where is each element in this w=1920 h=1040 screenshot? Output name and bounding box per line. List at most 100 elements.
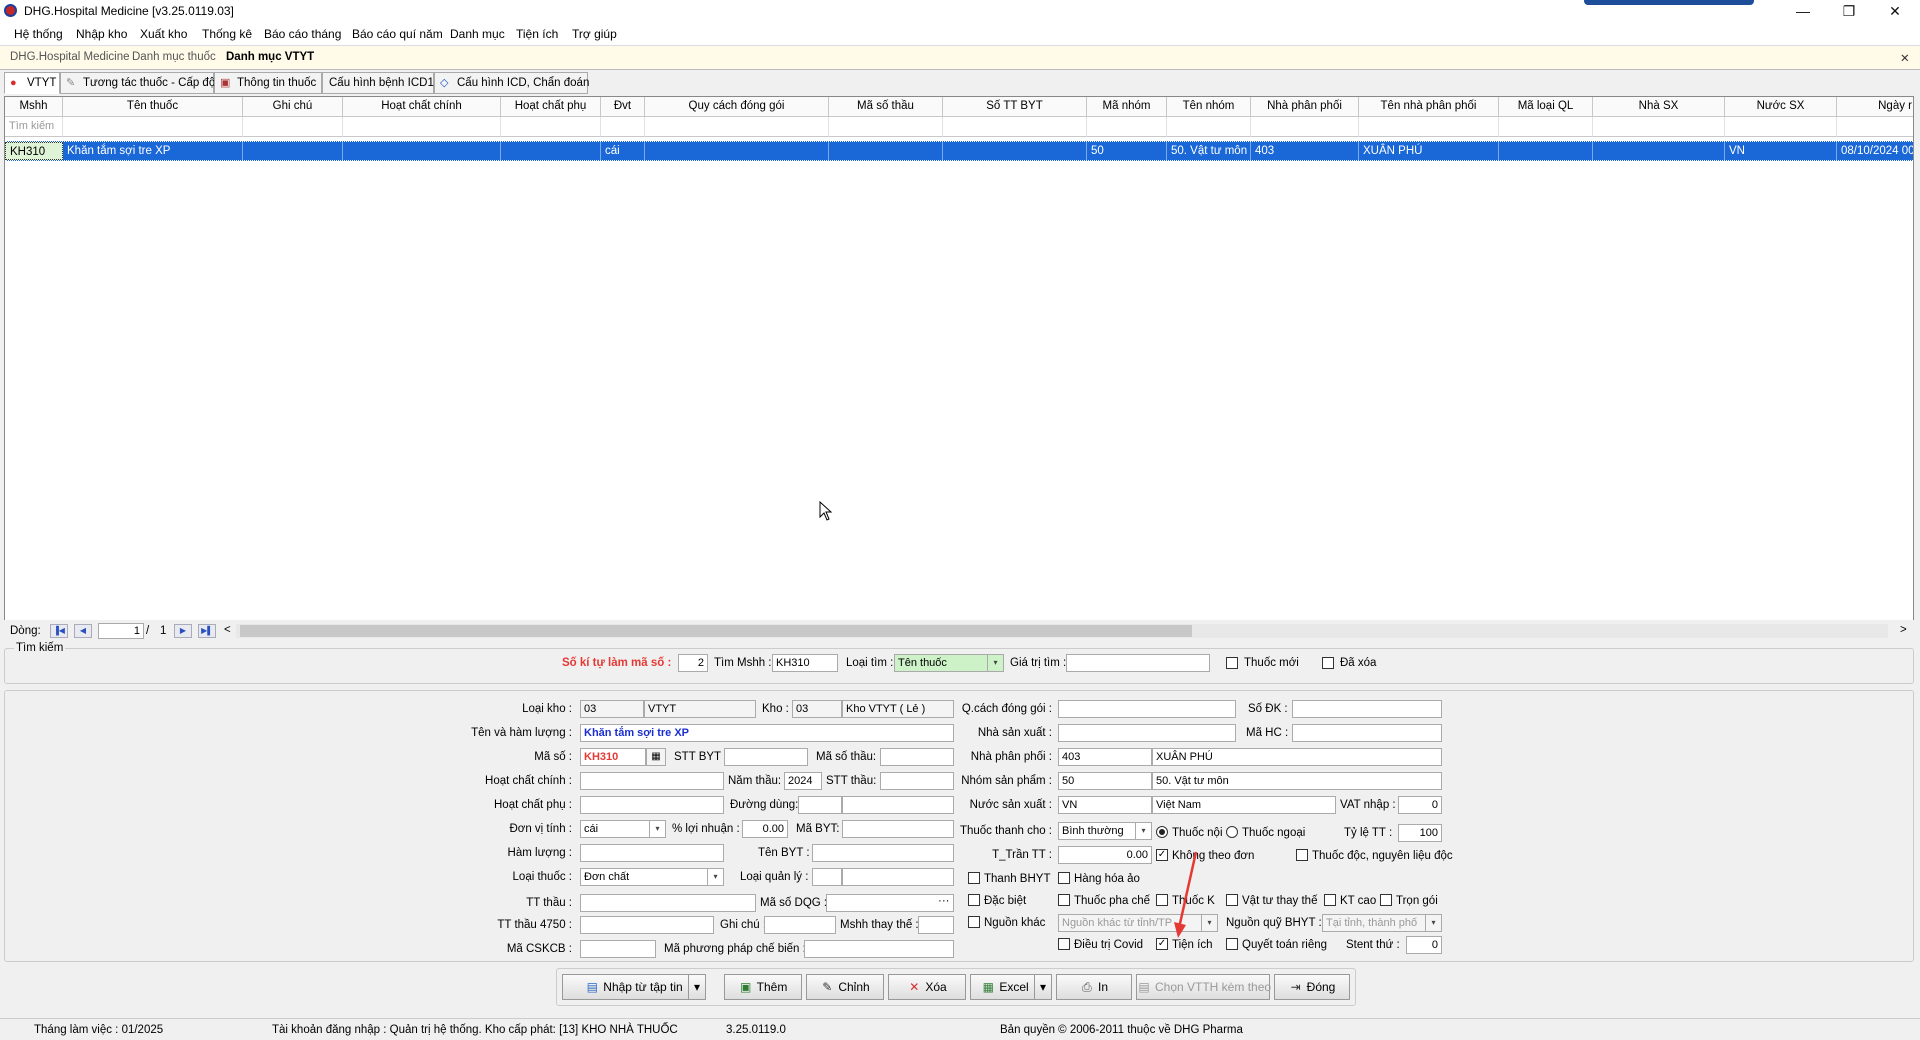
filter-cell[interactable] <box>601 117 645 137</box>
menu-tro-giup[interactable]: Trợ giúp <box>572 27 617 41</box>
cell-dvt[interactable]: cái <box>601 142 645 160</box>
col-nuoc-sx[interactable]: Nước SX <box>1725 97 1837 117</box>
minimize-button[interactable]: — <box>1780 0 1826 22</box>
restore-button[interactable]: ❐ <box>1826 0 1872 22</box>
col-nha-sx[interactable]: Nhà SX <box>1593 97 1725 117</box>
hc-phu-input[interactable] <box>580 796 724 814</box>
thanh-bhyt-checkbox[interactable] <box>968 872 980 884</box>
nav-first-button[interactable]: ▐◀ <box>50 624 68 638</box>
tab-tuong-tac[interactable]: ✎ Tương tác thuốc - Cấp độ <box>60 72 215 94</box>
choose-vtth-button[interactable]: ▤ Chọn VTTH kèm theo <box>1136 974 1271 1000</box>
ten-byt-input[interactable] <box>812 844 954 862</box>
cell-hoat-chat-chinh[interactable] <box>343 142 501 160</box>
tien-ich-checkbox[interactable]: ✓ <box>1156 938 1168 950</box>
ten-input[interactable]: Khăn tắm sợi tre XP <box>580 724 954 742</box>
thuoc-moi-checkbox[interactable] <box>1226 657 1238 669</box>
menu-he-thong[interactable]: Hệ thống <box>14 27 63 41</box>
nam-thau-input[interactable]: 2024 <box>784 772 822 790</box>
vat-input[interactable]: 0 <box>1398 796 1442 814</box>
data-grid[interactable]: Mshh Tên thuốc Ghi chú Hoạt chất chính H… <box>4 96 1914 624</box>
filter-cell[interactable] <box>343 117 501 137</box>
col-ngay[interactable]: Ngày r <box>1837 97 1913 117</box>
so-ki-tu-input[interactable]: 2 <box>678 654 708 672</box>
filter-cell[interactable] <box>1593 117 1725 137</box>
npp-name[interactable]: XUÂN PHÚ <box>1152 748 1442 766</box>
scroll-right-button[interactable]: > <box>1900 624 1907 636</box>
cell-nha-sx[interactable] <box>1593 142 1725 160</box>
filter-cell[interactable] <box>243 117 343 137</box>
filter-cell[interactable] <box>63 117 243 137</box>
hang-hoa-ao-checkbox[interactable] <box>1058 872 1070 884</box>
ma-hc-input[interactable] <box>1292 724 1442 742</box>
cell-ten-thuoc[interactable]: Khăn tắm sợi tre XP <box>63 142 243 160</box>
vt-thay-the-checkbox[interactable] <box>1226 894 1238 906</box>
cell-hoat-chat-phu[interactable] <box>501 142 601 160</box>
menu-thong-ke[interactable]: Thống kê <box>202 27 252 41</box>
menu-tien-ich[interactable]: Tiện ích <box>516 27 558 41</box>
col-ten-nha-phan-phoi[interactable]: Tên nhà phân phối <box>1359 97 1499 117</box>
col-ma-loai-ql[interactable]: Mã loại QL <box>1499 97 1593 117</box>
cell-ma-so-thau[interactable] <box>829 142 943 160</box>
col-hoat-chat-phu[interactable]: Hoạt chất phụ <box>501 97 601 117</box>
filter-cell[interactable] <box>1087 117 1167 137</box>
doctab-danh-muc-thuoc[interactable]: Danh mục thuốc <box>132 51 216 63</box>
tt4750-input[interactable] <box>580 916 714 934</box>
cell-mshh[interactable]: KH310 <box>5 142 63 160</box>
cell-nha-phan-phoi[interactable]: 403 <box>1251 142 1359 160</box>
tt-thau-input[interactable] <box>580 894 756 912</box>
thuoc-noi-radio[interactable] <box>1156 826 1168 838</box>
filter-cell[interactable] <box>1251 117 1359 137</box>
filter-cell[interactable] <box>645 117 829 137</box>
loai-kho-name[interactable]: VTYT <box>644 700 756 718</box>
thuoc-k-checkbox[interactable] <box>1156 894 1168 906</box>
filter-cell[interactable] <box>943 117 1087 137</box>
cell-ma-nhom[interactable]: 50 <box>1087 142 1167 160</box>
stent-input[interactable]: 0 <box>1406 936 1442 954</box>
tab-cau-hinh-icd[interactable]: ◇ Cấu hình ICD, Chẩn đoán <box>434 72 589 94</box>
ma-cskcb-input[interactable] <box>580 940 656 958</box>
calculator-icon[interactable]: ▦ <box>646 748 666 766</box>
add-button[interactable]: ▣ Thêm <box>724 974 802 1000</box>
nuoc-name[interactable]: Việt Nam <box>1152 796 1336 814</box>
qt-rieng-checkbox[interactable] <box>1226 938 1238 950</box>
cell-ma-loai-ql[interactable] <box>1499 142 1593 160</box>
col-ten-nhom[interactable]: Tên nhóm <box>1167 97 1251 117</box>
cell-ten-nha-phan-phoi[interactable]: XUÂN PHÚ <box>1359 142 1499 160</box>
close-button[interactable]: ⇥ Đóng <box>1274 974 1350 1000</box>
kho-code[interactable]: 03 <box>792 700 842 718</box>
duong-dung-input[interactable] <box>842 796 954 814</box>
col-ten-thuoc[interactable]: Tên thuốc <box>63 97 243 117</box>
excel-button[interactable]: ▦ Excel <box>970 974 1040 1000</box>
covid-checkbox[interactable] <box>1058 938 1070 950</box>
col-ma-nhom[interactable]: Mã nhóm <box>1087 97 1167 117</box>
filter-cell[interactable] <box>501 117 601 137</box>
loai-thuoc-select[interactable]: Đơn chất ▾ <box>580 868 724 886</box>
cell-ghi-chu[interactable] <box>243 142 343 160</box>
cell-so-tt-byt[interactable] <box>943 142 1087 160</box>
filter-cell[interactable] <box>1499 117 1593 137</box>
thanh-cho-select[interactable]: Bình thường ▾ <box>1058 822 1152 840</box>
stt-byt-input[interactable] <box>724 748 808 766</box>
col-hoat-chat-chinh[interactable]: Hoạt chất chính <box>343 97 501 117</box>
hc-chinh-input[interactable] <box>580 772 724 790</box>
nsx-input[interactable] <box>1058 724 1236 742</box>
tron-goi-checkbox[interactable] <box>1380 894 1392 906</box>
col-quy-cach[interactable]: Quy cách đóng gói <box>645 97 829 117</box>
kt-cao-checkbox[interactable] <box>1324 894 1336 906</box>
mshh-thay-input[interactable] <box>918 916 954 934</box>
close-doc-icon[interactable]: ✕ <box>1900 51 1910 65</box>
doctab-home[interactable]: DHG.Hospital Medicine <box>10 51 130 63</box>
thuoc-doc-checkbox[interactable] <box>1296 849 1308 861</box>
nav-next-button[interactable]: ▶ <box>174 624 192 638</box>
dvt-select[interactable]: cái ▾ <box>580 820 666 838</box>
scrollbar-thumb[interactable] <box>240 625 1192 637</box>
delete-button[interactable]: ✕ Xóa <box>888 974 966 1000</box>
menu-xuat-kho[interactable]: Xuất kho <box>140 27 187 41</box>
menu-nhap-kho[interactable]: Nhập kho <box>76 27 127 41</box>
edit-button[interactable]: ✎ Chỉnh <box>806 974 884 1000</box>
loai-ql-input[interactable] <box>842 868 954 886</box>
table-row[interactable]: KH310 Khăn tắm sợi tre XP cái 50 50. Vật… <box>5 141 1913 161</box>
import-dropdown-button[interactable]: ▾ <box>688 974 706 1000</box>
print-button[interactable]: ⎙ In <box>1056 974 1132 1000</box>
nuoc-code[interactable]: VN <box>1058 796 1152 814</box>
